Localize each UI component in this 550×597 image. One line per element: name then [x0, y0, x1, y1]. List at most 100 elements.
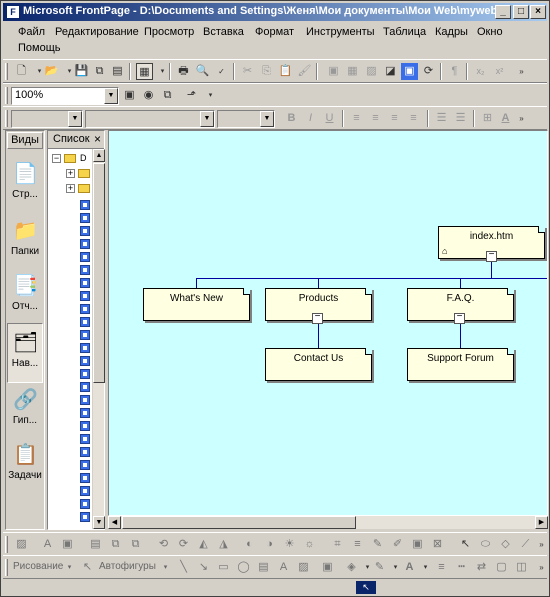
draw-menu-button[interactable]: Рисование — [13, 561, 63, 572]
print-icon[interactable]: 🖶 — [175, 63, 192, 80]
bevel-icon[interactable]: ▣ — [409, 536, 426, 553]
align-center-icon[interactable]: ≡ — [367, 110, 384, 127]
file-list-item[interactable] — [80, 420, 92, 432]
numbering-icon[interactable]: ☰ — [433, 110, 450, 127]
insert-table-icon[interactable]: ▦ — [344, 63, 361, 80]
scroll-thumb[interactable] — [122, 516, 356, 529]
italic-icon[interactable]: I — [302, 110, 319, 127]
toolbar-dropdown-icon[interactable]: ▾ — [202, 87, 219, 104]
more-contrast-icon[interactable]: ◐ — [241, 536, 258, 553]
oval-icon[interactable]: ◯ — [235, 559, 252, 576]
insert-clipart-icon[interactable]: ▣ — [319, 559, 336, 576]
font-color-icon[interactable]: A — [497, 110, 514, 127]
navigation-canvas[interactable]: index.htm ⌂ − What's New Products − F.A.… — [108, 130, 548, 516]
file-list-item[interactable] — [80, 316, 92, 328]
file-list-item[interactable] — [80, 511, 92, 523]
justify-icon[interactable]: ≡ — [405, 110, 422, 127]
drawing-icon[interactable]: ◪ — [382, 63, 399, 80]
file-list-item[interactable] — [80, 225, 92, 237]
file-list-item[interactable] — [80, 459, 92, 471]
close-icon[interactable]: × — [94, 131, 101, 148]
view-tasks[interactable]: 📋 Задачи — [7, 436, 43, 496]
file-list-item[interactable] — [80, 251, 92, 263]
scroll-right-button[interactable]: ▶ — [535, 516, 548, 529]
file-list-item[interactable] — [80, 472, 92, 484]
tree-folder[interactable]: + — [66, 183, 92, 195]
scroll-up-button[interactable]: ▲ — [93, 149, 105, 162]
toolbar-options-icon[interactable]: » — [533, 536, 550, 553]
toolbar-grip[interactable] — [5, 559, 8, 576]
menu-file[interactable]: Файл — [18, 26, 45, 38]
chevron-down-icon[interactable]: ▼ — [200, 111, 214, 127]
select-icon[interactable]: ↖ — [457, 536, 474, 553]
fill-color-icon[interactable]: ◈ — [343, 559, 360, 576]
spelling-icon[interactable]: ✓ — [213, 63, 230, 80]
maximize-button[interactable]: □ — [513, 5, 529, 19]
chevron-down-icon[interactable]: ▾ — [61, 559, 78, 576]
chevron-down-icon[interactable]: ▾ — [417, 559, 434, 576]
align-left-icon[interactable]: ≡ — [348, 110, 365, 127]
collapse-icon[interactable]: − — [486, 250, 497, 262]
line-style-icon[interactable]: ≡ — [433, 559, 450, 576]
zoom-select[interactable]: 100% ▼ — [11, 87, 119, 105]
file-list-item[interactable] — [80, 238, 92, 250]
menu-help[interactable]: Помощь — [18, 42, 61, 54]
font-select[interactable]: ▼ — [85, 110, 215, 128]
new-page-icon[interactable]: 🗋 — [13, 63, 30, 80]
publish-icon[interactable]: ⧉ — [91, 63, 108, 80]
text-box-icon[interactable]: ▤ — [255, 559, 272, 576]
send-backward-icon[interactable]: ⧉ — [127, 536, 144, 553]
scroll-thumb[interactable] — [93, 163, 105, 383]
nav-node-whats-new[interactable]: What's New — [143, 288, 250, 321]
chevron-down-icon[interactable]: ▼ — [68, 111, 82, 127]
toolbar-options-icon[interactable]: » — [513, 63, 530, 80]
polygon-hotspot-icon[interactable]: ◇ — [497, 536, 514, 553]
toolbar-grip[interactable] — [5, 87, 8, 104]
menu-window[interactable]: Окно — [477, 26, 503, 38]
crop-icon[interactable]: ⌗ — [329, 536, 346, 553]
dash-style-icon[interactable]: ┅ — [453, 559, 470, 576]
insert-picture-icon[interactable]: ▨ — [295, 559, 312, 576]
file-list-item[interactable] — [80, 329, 92, 341]
position-absolutely-icon[interactable]: ▤ — [87, 536, 104, 553]
file-list-item[interactable] — [80, 394, 92, 406]
collapse-icon[interactable]: − — [312, 312, 323, 324]
bullets-icon[interactable]: ☰ — [452, 110, 469, 127]
insert-picture-icon[interactable]: ▨ — [13, 536, 30, 553]
file-list-item[interactable] — [80, 446, 92, 458]
folder-list-scrollbar[interactable]: ▲ ▼ — [92, 149, 105, 529]
add-page-icon[interactable]: ⧉ — [159, 87, 176, 104]
view-navigation[interactable]: 🗂 Нав... — [7, 323, 43, 383]
file-list-item[interactable] — [80, 355, 92, 367]
collapse-icon[interactable]: − — [454, 312, 465, 324]
shadow-style-icon[interactable]: ▢ — [493, 559, 510, 576]
rotate-left-icon[interactable]: ⟲ — [155, 536, 172, 553]
autoshapes-menu-button[interactable]: Автофигуры — [99, 561, 156, 572]
bold-icon[interactable]: B — [283, 110, 300, 127]
nav-node-contact-us[interactable]: Contact Us — [265, 348, 372, 381]
bring-forward-icon[interactable]: ⧉ — [107, 536, 124, 553]
line-style-icon[interactable]: ≡ — [349, 536, 366, 553]
cut-icon[interactable]: ✂ — [239, 63, 256, 80]
format-painter-icon[interactable]: 🖌 — [296, 63, 313, 80]
highlight-hotspots-icon[interactable]: ⟋ — [517, 536, 534, 553]
toolbar-grip[interactable] — [5, 110, 8, 127]
open-icon[interactable]: 📂 — [43, 63, 60, 80]
line-icon[interactable]: ╲ — [175, 559, 192, 576]
chevron-down-icon[interactable]: ▾ — [157, 559, 174, 576]
style-select[interactable]: ▼ — [11, 110, 83, 128]
more-brightness-icon[interactable]: ☀ — [281, 536, 298, 553]
ellipse-hotspot-icon[interactable]: ⬭ — [477, 536, 494, 553]
copy-icon[interactable]: ⎘ — [258, 63, 275, 80]
file-list-item[interactable] — [80, 342, 92, 354]
file-list-item[interactable] — [80, 212, 92, 224]
set-transparent-icon[interactable]: ✎ — [369, 536, 386, 553]
insert-picture-icon[interactable]: ▨ — [363, 63, 380, 80]
menu-table[interactable]: Таблица — [383, 26, 426, 38]
file-list-item[interactable] — [80, 381, 92, 393]
wordart-icon[interactable]: A — [275, 559, 292, 576]
views-icon[interactable]: ▦ — [136, 63, 153, 80]
3d-style-icon[interactable]: ◫ — [513, 559, 530, 576]
align-right-icon[interactable]: ≡ — [386, 110, 403, 127]
folder-list-icon[interactable]: ▤ — [109, 63, 126, 80]
